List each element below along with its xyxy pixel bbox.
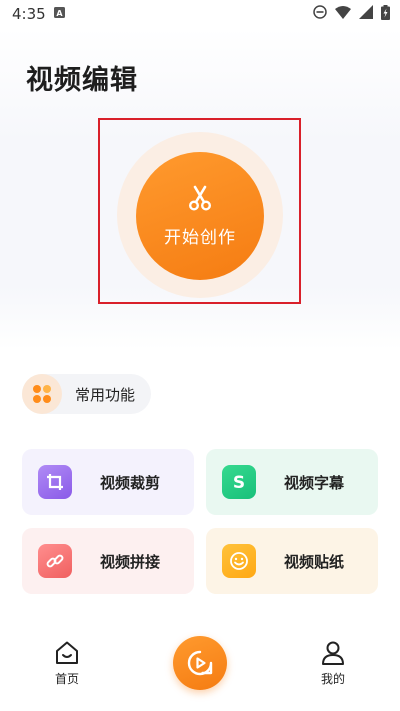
play-circle-icon bbox=[187, 650, 213, 676]
scissors-icon bbox=[189, 185, 211, 211]
svg-text:S: S bbox=[233, 473, 245, 491]
crop-icon bbox=[38, 465, 72, 499]
nav-home-label: 首页 bbox=[54, 672, 79, 686]
status-time: 4:35 bbox=[12, 5, 46, 23]
video-merge-card[interactable]: 视频拼接 bbox=[22, 528, 194, 594]
apps-icon bbox=[22, 374, 62, 414]
nav-create-button[interactable] bbox=[173, 636, 227, 690]
wifi-icon bbox=[335, 5, 351, 23]
video-merge-label: 视频拼接 bbox=[100, 552, 161, 571]
bottom-nav: 首页 我的 bbox=[0, 620, 400, 711]
nav-mine-label: 我的 bbox=[320, 672, 345, 686]
video-subtitle-label: 视频字幕 bbox=[284, 473, 345, 492]
video-sticker-card[interactable]: 视频贴纸 bbox=[206, 528, 378, 594]
notification-icon: A bbox=[53, 6, 65, 22]
home-icon bbox=[56, 641, 78, 664]
common-functions-header: 常用功能 bbox=[22, 374, 151, 414]
subtitle-icon: S bbox=[222, 465, 256, 499]
nav-mine[interactable]: 我的 bbox=[303, 640, 363, 687]
video-crop-label: 视频裁剪 bbox=[100, 473, 161, 492]
video-subtitle-card[interactable]: S 视频字幕 bbox=[206, 449, 378, 515]
page-title: 视频编辑 bbox=[26, 65, 138, 96]
video-sticker-label: 视频贴纸 bbox=[284, 552, 345, 571]
svg-text:A: A bbox=[56, 9, 63, 18]
dnd-icon bbox=[313, 5, 327, 23]
status-right bbox=[313, 4, 390, 24]
smiley-icon bbox=[222, 544, 256, 578]
battery-icon bbox=[381, 4, 390, 24]
section-label: 常用功能 bbox=[75, 385, 136, 404]
start-create-button[interactable]: 开始创作 bbox=[136, 152, 264, 280]
video-crop-card[interactable]: 视频裁剪 bbox=[22, 449, 194, 515]
status-left: 4:35 A bbox=[12, 5, 65, 23]
user-icon bbox=[322, 641, 344, 665]
link-icon bbox=[38, 544, 72, 578]
nav-home[interactable]: 首页 bbox=[37, 640, 97, 687]
start-create-label: 开始创作 bbox=[164, 227, 236, 248]
signal-icon bbox=[359, 5, 373, 23]
status-bar: 4:35 A bbox=[0, 0, 400, 28]
